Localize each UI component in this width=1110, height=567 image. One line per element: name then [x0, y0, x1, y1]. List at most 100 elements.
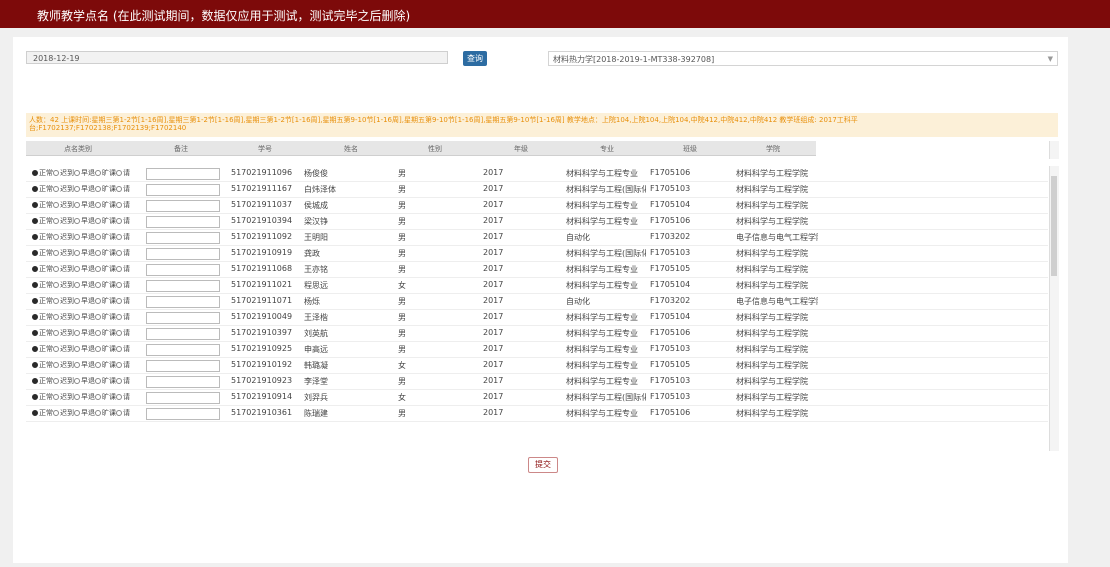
status-radio[interactable] [116, 250, 122, 256]
status-radio[interactable] [74, 362, 80, 368]
status-radio[interactable] [32, 378, 38, 384]
status-radio[interactable] [95, 410, 101, 416]
status-radio[interactable] [74, 378, 80, 384]
status-radio[interactable] [116, 234, 122, 240]
status-radio[interactable] [95, 298, 101, 304]
status-radio[interactable] [53, 362, 59, 368]
status-radio-group[interactable]: 正常 迟到 早退 旷课请 [32, 200, 130, 210]
status-radio[interactable] [116, 410, 122, 416]
status-radio[interactable] [53, 234, 59, 240]
status-radio[interactable] [116, 266, 122, 272]
status-radio[interactable] [32, 170, 38, 176]
remark-input[interactable] [146, 280, 220, 292]
status-radio[interactable] [116, 282, 122, 288]
status-radio-group[interactable]: 正常 迟到 早退 旷课请 [32, 248, 130, 258]
remark-input[interactable] [146, 296, 220, 308]
remark-input[interactable] [146, 200, 220, 212]
query-button[interactable]: 查询 [463, 51, 487, 66]
scrollbar-thumb[interactable] [1051, 176, 1057, 276]
table-scrollbar[interactable] [1049, 166, 1059, 451]
status-radio[interactable] [95, 330, 101, 336]
course-select[interactable]: 材料热力学[2018-2019-1-MT338-392708] ▼ [548, 51, 1058, 66]
remark-input[interactable] [146, 376, 220, 388]
status-radio[interactable] [53, 218, 59, 224]
status-radio-group[interactable]: 正常 迟到 早退 旷课请 [32, 376, 130, 386]
status-radio-group[interactable]: 正常 迟到 早退 旷课请 [32, 168, 130, 178]
status-radio[interactable] [116, 314, 122, 320]
status-radio-group[interactable]: 正常 迟到 早退 旷课请 [32, 296, 130, 306]
status-radio[interactable] [74, 282, 80, 288]
status-radio-group[interactable]: 正常 迟到 早退 旷课请 [32, 328, 130, 338]
status-radio[interactable] [74, 202, 80, 208]
status-radio[interactable] [32, 234, 38, 240]
status-radio[interactable] [74, 186, 80, 192]
status-radio-group[interactable]: 正常 迟到 早退 旷课请 [32, 408, 130, 418]
status-radio-group[interactable]: 正常 迟到 早退 旷课请 [32, 344, 130, 354]
remark-input[interactable] [146, 360, 220, 372]
status-radio[interactable] [74, 314, 80, 320]
remark-input[interactable] [146, 184, 220, 196]
status-radio[interactable] [116, 346, 122, 352]
status-radio[interactable] [53, 378, 59, 384]
status-radio[interactable] [32, 394, 38, 400]
status-radio[interactable] [53, 282, 59, 288]
header-scrollbar[interactable] [1049, 141, 1059, 159]
remark-input[interactable] [146, 168, 220, 180]
remark-input[interactable] [146, 232, 220, 244]
status-radio-group[interactable]: 正常 迟到 早退 旷课请 [32, 184, 130, 194]
status-radio[interactable] [95, 218, 101, 224]
status-radio[interactable] [74, 250, 80, 256]
status-radio[interactable] [53, 346, 59, 352]
status-radio-group[interactable]: 正常 迟到 早退 旷课请 [32, 392, 130, 402]
status-radio[interactable] [74, 170, 80, 176]
status-radio[interactable] [53, 314, 59, 320]
status-radio[interactable] [53, 330, 59, 336]
status-radio[interactable] [116, 218, 122, 224]
status-radio[interactable] [32, 250, 38, 256]
status-radio[interactable] [95, 346, 101, 352]
status-radio[interactable] [74, 234, 80, 240]
status-radio[interactable] [32, 298, 38, 304]
status-radio[interactable] [116, 394, 122, 400]
status-radio[interactable] [74, 394, 80, 400]
submit-button[interactable]: 提交 [528, 457, 558, 473]
date-input[interactable]: 2018-12-19 [26, 51, 448, 64]
status-radio[interactable] [32, 362, 38, 368]
status-radio[interactable] [53, 298, 59, 304]
status-radio[interactable] [32, 330, 38, 336]
status-radio[interactable] [116, 362, 122, 368]
status-radio[interactable] [116, 298, 122, 304]
status-radio[interactable] [116, 202, 122, 208]
status-radio[interactable] [116, 186, 122, 192]
status-radio[interactable] [95, 202, 101, 208]
status-radio[interactable] [32, 186, 38, 192]
status-radio-group[interactable]: 正常 迟到 早退 旷课请 [32, 360, 130, 370]
status-radio[interactable] [53, 186, 59, 192]
status-radio[interactable] [74, 298, 80, 304]
status-radio[interactable] [74, 266, 80, 272]
remark-input[interactable] [146, 248, 220, 260]
status-radio-group[interactable]: 正常 迟到 早退 旷课请 [32, 312, 130, 322]
remark-input[interactable] [146, 312, 220, 324]
status-radio-group[interactable]: 正常 迟到 早退 旷课请 [32, 280, 130, 290]
status-radio[interactable] [53, 202, 59, 208]
remark-input[interactable] [146, 392, 220, 404]
status-radio[interactable] [32, 314, 38, 320]
status-radio[interactable] [53, 410, 59, 416]
status-radio[interactable] [32, 202, 38, 208]
status-radio[interactable] [74, 218, 80, 224]
status-radio-group[interactable]: 正常 迟到 早退 旷课请 [32, 232, 130, 242]
status-radio[interactable] [95, 282, 101, 288]
status-radio[interactable] [74, 330, 80, 336]
status-radio[interactable] [95, 250, 101, 256]
status-radio[interactable] [95, 266, 101, 272]
status-radio[interactable] [32, 266, 38, 272]
status-radio[interactable] [116, 378, 122, 384]
remark-input[interactable] [146, 328, 220, 340]
status-radio[interactable] [95, 394, 101, 400]
status-radio[interactable] [53, 266, 59, 272]
status-radio[interactable] [95, 362, 101, 368]
status-radio[interactable] [53, 250, 59, 256]
remark-input[interactable] [146, 216, 220, 228]
status-radio[interactable] [32, 346, 38, 352]
